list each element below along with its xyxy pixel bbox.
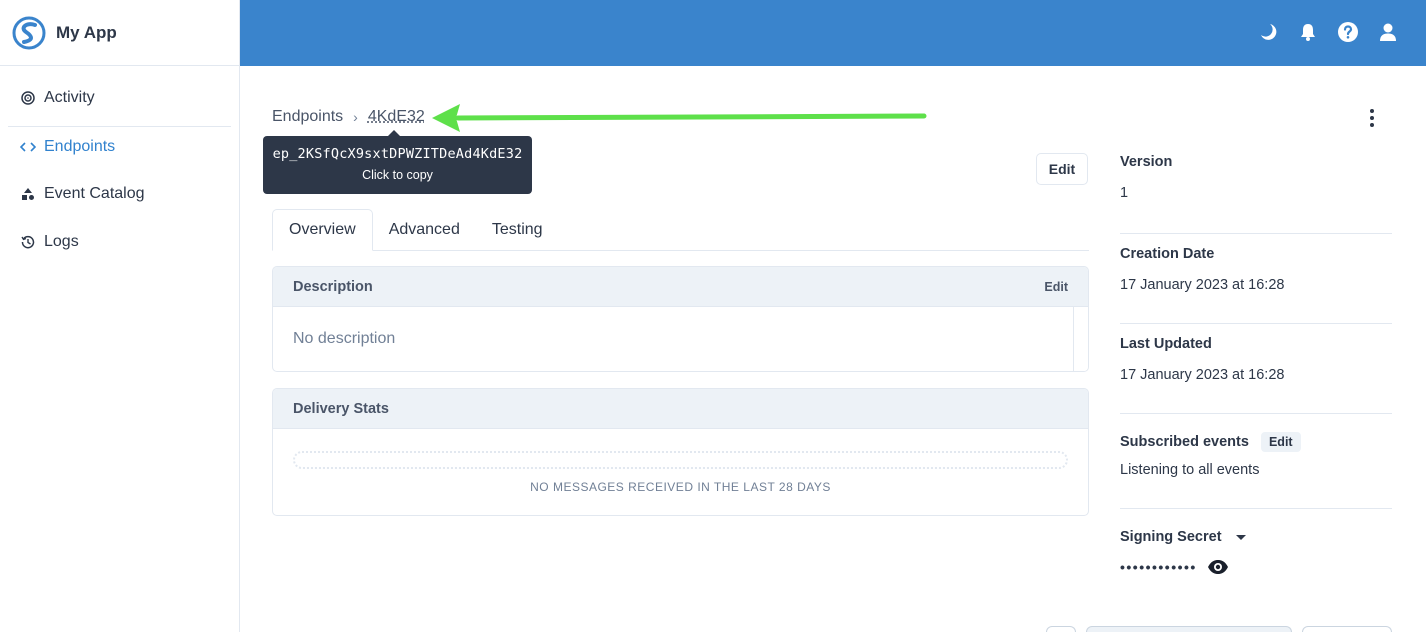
activity-icon xyxy=(20,90,36,106)
sidebar-item-label: Activity xyxy=(44,89,95,106)
subscribed-events-section: Subscribed events Edit Listening to all … xyxy=(1120,414,1392,509)
tab-testing[interactable]: Testing xyxy=(476,209,559,251)
annotation-arrow-icon xyxy=(432,104,927,132)
sidebar-item-event-catalog[interactable]: Event Catalog xyxy=(8,174,231,214)
shapes-icon xyxy=(20,186,36,202)
delivery-stats-empty-message: NO MESSAGES RECEIVED IN THE LAST 28 DAYS xyxy=(530,480,831,494)
subscribed-events-title: Subscribed events xyxy=(1120,433,1249,450)
breadcrumb-current[interactable]: 4KdE32 xyxy=(368,108,425,126)
edit-endpoint-button[interactable]: Edit xyxy=(1036,153,1088,185)
bell-icon[interactable] xyxy=(1296,20,1320,44)
copy-id-tooltip[interactable]: ep_2KSfQcX9sxtDPWZITDeAd4KdE32 Click to … xyxy=(263,130,532,194)
signing-secret-section: Signing Secret •••••••••••• xyxy=(1120,509,1392,575)
sidebar-nav: Activity Endpoints Event Catalog Logs xyxy=(0,66,239,262)
tab-overview[interactable]: Overview xyxy=(272,209,373,251)
pagination-group[interactable] xyxy=(1086,626,1292,632)
edit-subscribed-events-button[interactable]: Edit xyxy=(1260,432,1301,452)
signing-secret-value: •••••••••••• xyxy=(1120,559,1197,575)
edit-description-button[interactable]: Edit xyxy=(1044,280,1068,294)
description-header: Description Edit xyxy=(273,267,1088,307)
description-card: Description Edit No description xyxy=(272,266,1089,372)
chevron-right-icon: › xyxy=(353,109,358,125)
delivery-stats-body: NO MESSAGES RECEIVED IN THE LAST 28 DAYS xyxy=(273,429,1088,515)
version-value: 1 xyxy=(1120,185,1129,201)
delivery-stats-header: Delivery Stats xyxy=(273,389,1088,429)
top-bar xyxy=(240,0,1426,66)
delivery-stats-title: Delivery Stats xyxy=(293,400,389,417)
last-updated-label: Last Updated xyxy=(1120,336,1212,352)
sidebar-item-activity[interactable]: Activity xyxy=(8,78,231,118)
code-icon xyxy=(20,139,36,155)
app-logo-icon xyxy=(12,16,46,49)
version-section: Version 1 xyxy=(1120,154,1392,234)
delivery-stats-bar xyxy=(293,451,1068,469)
tab-advanced[interactable]: Advanced xyxy=(373,209,476,251)
description-title: Description xyxy=(293,278,373,295)
app-name: My App xyxy=(56,22,117,42)
sidebar-item-label: Endpoints xyxy=(44,137,116,155)
pagination-prev-button[interactable] xyxy=(1046,626,1076,632)
copy-hint: Click to copy xyxy=(362,168,433,182)
moon-icon[interactable] xyxy=(1256,20,1280,44)
delivery-stats-card: Delivery Stats NO MESSAGES RECEIVED IN T… xyxy=(272,388,1089,516)
sidebar-item-logs[interactable]: Logs xyxy=(8,222,231,262)
main-content: Endpoints › 4KdE32 ep_2KSfQcX9sxtDPWZITD… xyxy=(240,66,1426,632)
user-icon[interactable] xyxy=(1376,20,1400,44)
signing-secret-label: Signing Secret xyxy=(1120,529,1392,545)
last-updated-value: 17 January 2023 at 16:28 xyxy=(1120,367,1285,383)
signing-secret-row: •••••••••••• xyxy=(1120,559,1392,575)
last-updated-section: Last Updated 17 January 2023 at 16:28 xyxy=(1120,324,1392,414)
sidebar-item-label: Logs xyxy=(44,233,79,250)
description-scrollbar[interactable] xyxy=(1073,307,1074,371)
endpoint-id: ep_2KSfQcX9sxtDPWZITDeAd4KdE32 xyxy=(272,146,523,162)
subscribed-events-label: Subscribed events Edit xyxy=(1120,432,1392,452)
signing-secret-title: Signing Secret xyxy=(1120,529,1222,545)
endpoint-details: Version 1 Creation Date 17 January 2023 … xyxy=(1120,154,1392,575)
brand[interactable]: My App xyxy=(0,0,239,66)
creation-date-section: Creation Date 17 January 2023 at 16:28 xyxy=(1120,234,1392,324)
sidebar-item-endpoints[interactable]: Endpoints xyxy=(8,126,231,166)
help-icon[interactable] xyxy=(1336,20,1360,44)
breadcrumb-parent[interactable]: Endpoints xyxy=(272,108,343,126)
sidebar-item-label: Event Catalog xyxy=(44,185,145,202)
description-body: No description xyxy=(273,307,1088,371)
creation-date-label: Creation Date xyxy=(1120,246,1215,262)
more-options-icon[interactable] xyxy=(1362,108,1382,128)
subscribed-events-value: Listening to all events xyxy=(1120,462,1260,478)
tab-list: Overview Advanced Testing xyxy=(272,209,1089,251)
breadcrumb: Endpoints › 4KdE32 xyxy=(272,108,425,126)
history-icon xyxy=(20,234,36,250)
version-label: Version xyxy=(1120,154,1173,170)
chevron-down-icon[interactable] xyxy=(1235,534,1246,540)
top-bar-actions xyxy=(1256,20,1400,44)
sidebar: My App Activity Endpoints Event Catalog … xyxy=(0,0,240,632)
creation-date-value: 17 January 2023 at 16:28 xyxy=(1120,277,1285,293)
pagination-next-button[interactable] xyxy=(1302,626,1392,632)
eye-icon[interactable] xyxy=(1207,559,1229,575)
